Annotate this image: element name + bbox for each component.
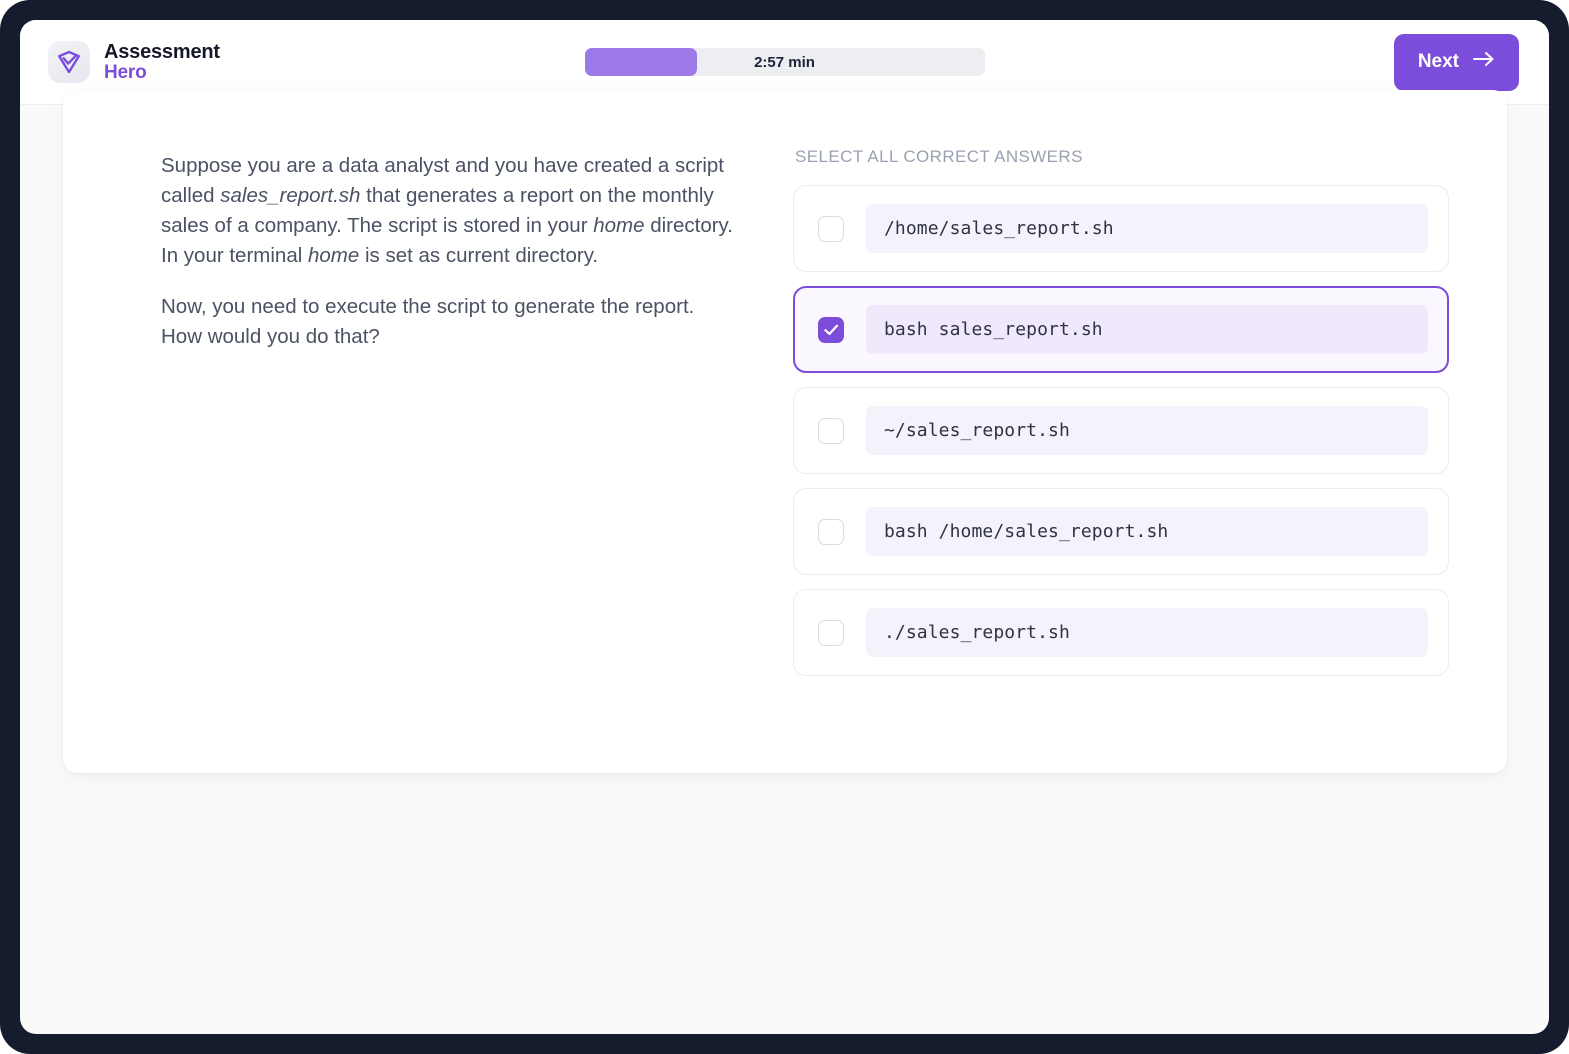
answers-panel: SELECT ALL CORRECT ANSWERS /home/sales_r… <box>793 145 1457 718</box>
checkbox-unchecked-icon[interactable] <box>818 417 844 444</box>
brand-name-primary: Assessment <box>104 40 220 63</box>
answer-option[interactable]: bash /home/sales_report.sh <box>793 488 1449 575</box>
checkbox-unchecked-icon[interactable] <box>818 215 844 242</box>
window-frame: Assessment Hero 2:57 min Next Suppose yo… <box>0 0 1569 1054</box>
answers-instruction-label: SELECT ALL CORRECT ANSWERS <box>795 147 1083 166</box>
question-emphasis-script-name: sales_report.sh <box>220 184 361 207</box>
checkbox-unchecked-icon[interactable] <box>818 518 844 545</box>
question-emphasis-home: home <box>593 214 645 237</box>
shield-check-logo-icon <box>48 41 90 83</box>
answer-options-list: /home/sales_report.shbash sales_report.s… <box>793 185 1449 676</box>
checkbox-checked-icon[interactable] <box>818 316 844 343</box>
answer-option-code: ~/sales_report.sh <box>866 406 1428 455</box>
answer-option-code: ./sales_report.sh <box>866 608 1428 657</box>
answer-option[interactable]: bash sales_report.sh <box>793 286 1449 373</box>
answer-option[interactable]: ./sales_report.sh <box>793 589 1449 676</box>
answer-option[interactable]: ~/sales_report.sh <box>793 387 1449 474</box>
checkbox-unchecked-icon[interactable] <box>818 619 844 646</box>
question-text-segment: is set as current directory. <box>359 244 599 267</box>
question-paragraph-1: Suppose you are a data analyst and you h… <box>161 151 733 271</box>
answer-option[interactable]: /home/sales_report.sh <box>793 185 1449 272</box>
brand-name-secondary: Hero <box>104 61 147 83</box>
quiz-progress-bar: 2:57 min <box>584 48 985 76</box>
progress-fill <box>584 48 697 76</box>
app-window: Assessment Hero 2:57 min Next Suppose yo… <box>20 20 1549 1034</box>
arrow-right-icon <box>1473 51 1495 73</box>
timer-label: 2:57 min <box>754 53 815 71</box>
answer-option-code: /home/sales_report.sh <box>866 204 1428 253</box>
answer-option-code: bash /home/sales_report.sh <box>866 507 1428 556</box>
question-panel: Suppose you are a data analyst and you h… <box>113 145 733 718</box>
brand-logo: Assessment Hero <box>48 41 220 83</box>
question-paragraph-2: Now, you need to execute the script to g… <box>161 295 695 348</box>
next-button-label: Next <box>1417 51 1459 72</box>
answer-option-code: bash sales_report.sh <box>866 305 1428 354</box>
question-card: Suppose you are a data analyst and you h… <box>63 90 1507 773</box>
question-emphasis-home: home <box>307 244 360 267</box>
next-button[interactable]: Next <box>1393 33 1519 91</box>
